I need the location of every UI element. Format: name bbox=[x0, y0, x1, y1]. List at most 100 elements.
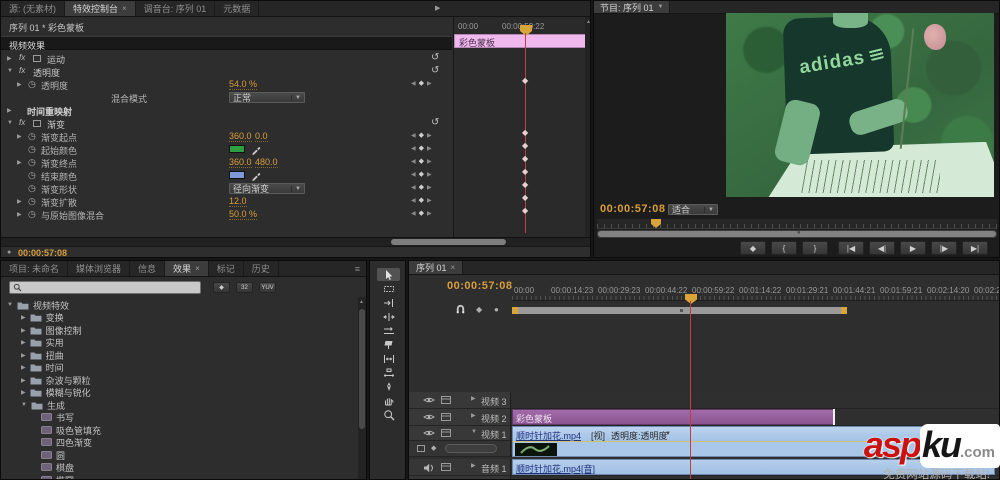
keyframe-nav[interactable]: ◀ ◆ ▶ bbox=[411, 209, 432, 217]
track-header-video2[interactable]: ▶ 视频 2 bbox=[409, 409, 511, 426]
blend-mode-select[interactable]: 正常 ▼ bbox=[229, 92, 305, 103]
accelerated-effects-filter-button[interactable]: ◆ bbox=[213, 282, 230, 293]
step-back-button[interactable]: ◀| bbox=[869, 241, 895, 255]
set-display-style-icon[interactable] bbox=[441, 396, 451, 404]
tab-source[interactable]: 源: (无素材) bbox=[1, 1, 65, 16]
tab-effects[interactable]: 效果 × bbox=[165, 261, 209, 276]
expander-icon[interactable]: ▶ bbox=[471, 412, 476, 419]
show-keyframes-icon[interactable] bbox=[417, 445, 425, 452]
add-keyframe-icon[interactable]: ◆ bbox=[431, 444, 436, 452]
fx-timecode[interactable]: 00:00:57:08 bbox=[18, 248, 67, 257]
search-input[interactable] bbox=[25, 282, 197, 293]
tab-audio-mixer[interactable]: 调音台: 序列 01 bbox=[135, 1, 216, 16]
hand-tool[interactable] bbox=[377, 394, 400, 407]
toggle-track-output-icon[interactable] bbox=[423, 396, 435, 404]
expander-icon[interactable]: ▶ bbox=[471, 462, 476, 469]
keyframe-icon[interactable]: ◆ bbox=[522, 76, 528, 85]
track-header-video1[interactable]: ▼ 视频 1 bbox=[409, 426, 511, 441]
fx-vscrollbar[interactable]: ▲ bbox=[585, 17, 590, 237]
tree-item-effect[interactable]: 圆 bbox=[41, 449, 65, 461]
rolling-edit-tool[interactable] bbox=[377, 310, 400, 323]
expander-icon[interactable]: ▶ bbox=[21, 327, 26, 334]
tab-history[interactable]: 历史 bbox=[243, 261, 279, 276]
tab-info[interactable]: 信息 bbox=[130, 261, 166, 276]
add-marker-button[interactable]: ◆ bbox=[740, 241, 766, 255]
snap-button[interactable] bbox=[455, 304, 466, 315]
tree-item-effect[interactable]: 吸色管填充 bbox=[41, 424, 101, 436]
ripple-edit-tool[interactable] bbox=[377, 296, 400, 309]
effect-row-time-remap[interactable]: ▶ 时间重映射 bbox=[1, 104, 452, 117]
stopwatch-icon[interactable]: ◷ bbox=[28, 183, 36, 194]
expander-icon[interactable]: ▶ bbox=[17, 159, 22, 166]
end-color-swatch[interactable] bbox=[229, 171, 245, 179]
param-row-ramp-end[interactable]: ▶ ◷ 渐变终点 360.0 480.0 ◀ ◆ ▶ bbox=[1, 156, 452, 169]
program-timecode[interactable]: 00:00:57:08 bbox=[600, 203, 665, 215]
keyframe-icon[interactable]: ◆ bbox=[522, 141, 528, 150]
expander-icon[interactable]: ▶ bbox=[17, 133, 22, 140]
ramp-shape-select[interactable]: 径向渐变 ▼ bbox=[229, 183, 305, 194]
clip-color-matte[interactable]: 彩色蒙板 bbox=[512, 409, 834, 425]
zoom-tool[interactable] bbox=[377, 408, 400, 421]
goto-out-button[interactable]: ▶| bbox=[962, 241, 988, 255]
keyframe-nav[interactable]: ◀ ◆ ▶ bbox=[411, 131, 432, 139]
param-row-ramp-scatter[interactable]: ▶ ◷ 渐变扩散 12.0 ◀ ◆ ▶ bbox=[1, 195, 452, 208]
close-icon[interactable]: × bbox=[122, 4, 127, 13]
expander-icon[interactable]: ▶ bbox=[471, 395, 476, 402]
expander-icon[interactable]: ▼ bbox=[7, 120, 13, 126]
expander-icon[interactable]: ▶ bbox=[21, 377, 26, 384]
work-area-bar[interactable] bbox=[512, 307, 847, 314]
keyframe-icon[interactable]: ◆ bbox=[522, 154, 528, 163]
param-row-opacity[interactable]: ▶ ◷ 透明度 54.0 % ◀ ◆ ▶ bbox=[1, 78, 452, 91]
set-encore-marker-button[interactable]: ◆ bbox=[476, 305, 482, 314]
expander-icon[interactable]: ▶ bbox=[21, 389, 26, 396]
zoom-level-select[interactable]: 适合 ▼ bbox=[668, 204, 718, 215]
track-select-tool[interactable] bbox=[377, 282, 400, 295]
track-option-slider[interactable] bbox=[445, 444, 497, 453]
set-marker-button[interactable]: ● bbox=[494, 305, 499, 314]
param-row-end-color[interactable]: ◷ 结束颜色 ◀ ◆ ▶ bbox=[1, 169, 452, 182]
tab-effect-controls[interactable]: 特效控制台 × bbox=[65, 1, 136, 16]
stopwatch-icon[interactable]: ◷ bbox=[28, 209, 36, 220]
ramp-end-y[interactable]: 480.0 bbox=[255, 157, 278, 168]
fx-hscrollbar[interactable] bbox=[1, 237, 590, 246]
ramp-end-x[interactable]: 360.0 bbox=[229, 157, 252, 168]
tree-item-folder[interactable]: ▶ 模糊与锐化 bbox=[21, 386, 91, 398]
expander-icon[interactable]: ▶ bbox=[21, 339, 26, 346]
speaker-icon[interactable] bbox=[423, 463, 435, 473]
effect-row-opacity-group[interactable]: ▼ fx 透明度 ↺ bbox=[1, 65, 452, 78]
scrollbar-thumb[interactable] bbox=[359, 309, 365, 429]
expander-icon[interactable]: ▶ bbox=[17, 211, 22, 218]
slide-tool[interactable] bbox=[377, 366, 400, 379]
tree-item-effect[interactable]: 棋盘 bbox=[41, 461, 74, 473]
expander-icon[interactable]: ▶ bbox=[17, 198, 22, 205]
stopwatch-icon[interactable]: ◷ bbox=[28, 131, 36, 142]
close-icon[interactable]: × bbox=[451, 263, 456, 272]
toggle-track-output-icon[interactable] bbox=[423, 413, 435, 421]
tree-item-folder[interactable]: ▶ 实用 bbox=[21, 336, 64, 348]
reset-icon[interactable]: ↺ bbox=[431, 52, 439, 63]
ramp-start-x[interactable]: 360.0 bbox=[229, 131, 252, 142]
tree-item-effect[interactable]: 四色渐变 bbox=[41, 436, 92, 448]
effects-vscrollbar[interactable]: ▲ bbox=[358, 297, 366, 479]
tab-markers[interactable]: 标记 bbox=[208, 261, 244, 276]
set-display-style-icon[interactable] bbox=[441, 429, 451, 437]
tree-item-folder[interactable]: ▶ 时间 bbox=[21, 361, 64, 373]
start-color-swatch[interactable] bbox=[229, 145, 245, 153]
slip-tool[interactable] bbox=[377, 352, 400, 365]
expander-icon[interactable]: ▶ bbox=[7, 55, 12, 62]
expander-icon[interactable]: ▶ bbox=[21, 314, 26, 321]
tree-item-folder[interactable]: ▼ 视频特效 bbox=[7, 299, 69, 311]
keyframe-nav[interactable]: ◀ ◆ ▶ bbox=[411, 183, 432, 191]
step-forward-button[interactable]: |▶ bbox=[931, 241, 957, 255]
program-mini-ruler[interactable] bbox=[597, 219, 997, 229]
tab-sequence[interactable]: 序列 01 × bbox=[409, 261, 464, 274]
32bit-filter-button[interactable]: 32 bbox=[236, 282, 253, 293]
keyframe-nav[interactable]: ◀ ◆ ▶ bbox=[411, 144, 432, 152]
panel-menu-icon[interactable]: ≡ bbox=[355, 264, 360, 274]
clip-end-handle[interactable] bbox=[833, 409, 835, 425]
keyframe-icon[interactable]: ◆ bbox=[522, 167, 528, 176]
stopwatch-icon[interactable]: ◷ bbox=[28, 170, 36, 181]
mark-in-button[interactable]: { bbox=[771, 241, 797, 255]
yuv-filter-button[interactable]: YUV bbox=[259, 282, 276, 293]
param-row-ramp-start[interactable]: ▶ ◷ 渐变起点 360.0 0.0 ◀ ◆ ▶ bbox=[1, 130, 452, 143]
